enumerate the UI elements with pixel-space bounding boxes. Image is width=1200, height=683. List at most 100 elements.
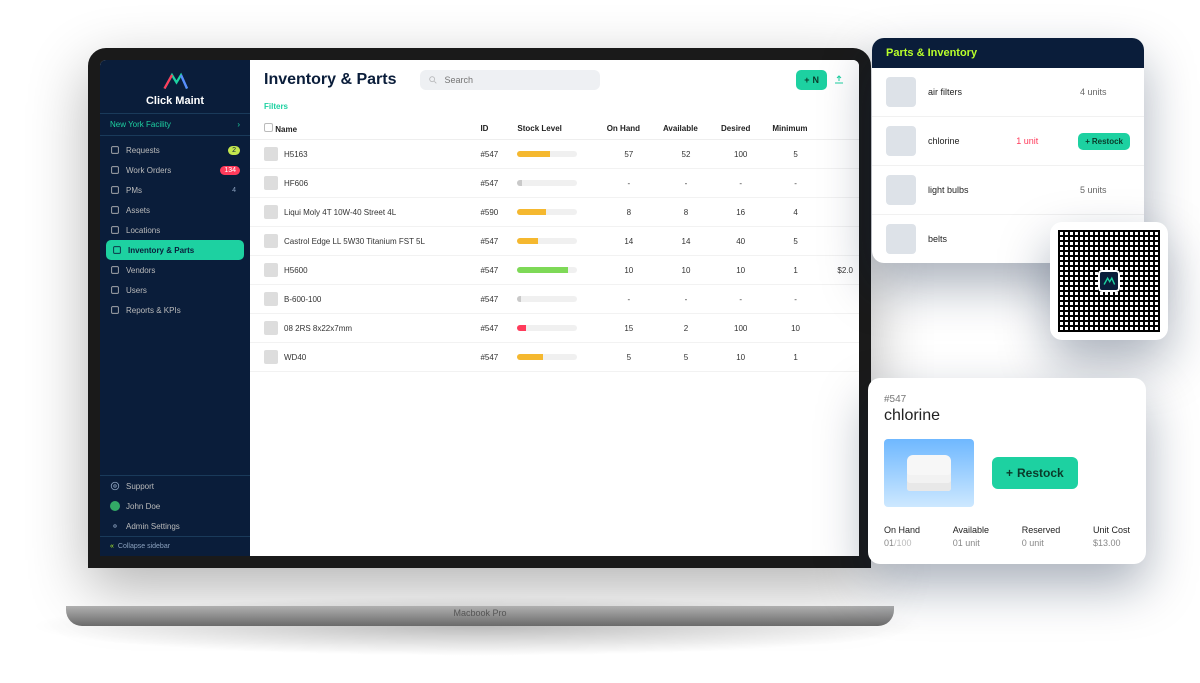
on-hand: - [601,169,657,198]
table-row[interactable]: HF606#547---- [250,169,859,198]
pms-icon [110,185,120,195]
column-header[interactable]: ID [474,118,511,140]
sidebar-item-label: Assets [126,206,150,215]
upload-icon[interactable] [833,74,845,86]
inventory-card-row[interactable]: light bulbs5 units [872,165,1144,214]
minimum: 1 [766,343,824,372]
part-name: 08 2RS 8x22x7mm [284,324,352,333]
minimum: 4 [766,198,824,227]
table-row[interactable]: H5163#54757521005 [250,140,859,169]
table-row[interactable]: WD40#54755101 [250,343,859,372]
inventory-card-row[interactable]: air filters4 units [872,68,1144,116]
column-header[interactable]: Name [250,118,474,140]
on-hand: 10 [601,256,657,285]
laptop-screen: Click Maint New York Facility › Requests… [88,48,871,568]
collapse-label: Collapse sidebar [118,543,170,550]
plus-icon: + [1006,466,1013,480]
table-row[interactable]: Liqui Moly 4T 10W-40 Street 4L#59088164 [250,198,859,227]
select-all-checkbox[interactable] [264,123,273,132]
extra [825,227,859,256]
sidebar-item-inventory[interactable]: Inventory & Parts [106,240,244,260]
facility-selector[interactable]: New York Facility › [100,113,250,136]
stock-level-bar [517,325,577,331]
inventory-table: NameIDStock LevelOn HandAvailableDesired… [250,118,859,372]
part-qty: 5 units [1080,185,1130,195]
sidebar-item-assets[interactable]: Assets [100,200,250,220]
restock-button[interactable]: + Restock [992,457,1078,489]
column-header[interactable]: Minimum [766,118,824,140]
desired: 10 [715,256,766,285]
table-row[interactable]: H5600#5471010101$2.0 [250,256,859,285]
support-label: Support [126,482,154,491]
part-thumb [886,126,916,156]
sidebar-item-label: Users [126,286,147,295]
restock-button-small[interactable]: +Restock [1078,133,1130,150]
sidebar-item-pms[interactable]: PMs4 [100,180,250,200]
column-header[interactable]: Available [657,118,715,140]
part-qty: 1 unit [1016,136,1066,146]
available: 2 [657,314,715,343]
part-detail-name: chlorine [884,407,1130,425]
part-id: #547 [474,227,511,256]
plus-icon: + [1085,137,1090,146]
sidebar-item-support[interactable]: Support [100,476,250,496]
column-header[interactable]: Stock Level [511,118,600,140]
sidebar-item-label: Reports & KPIs [126,306,181,315]
stock-level-bar [517,296,577,302]
desired: 100 [715,140,766,169]
sidebar-item-requests[interactable]: Requests2 [100,140,250,160]
qr-code [1058,230,1160,332]
part-thumb [264,176,278,190]
stat: Reserved0 unit [1022,525,1061,548]
collapse-sidebar[interactable]: « Collapse sidebar [100,536,250,556]
extra [825,140,859,169]
search-input-wrapper[interactable] [420,70,600,90]
inventory-card-row[interactable]: chlorine1 unit+Restock [872,116,1144,165]
stock-level-bar [517,354,577,360]
sidebar-item-vendors[interactable]: Vendors [100,260,250,280]
on-hand: 8 [601,198,657,227]
qr-card[interactable] [1050,222,1168,340]
qr-logo-icon [1102,276,1116,286]
sidebar-item-work-orders[interactable]: Work Orders134 [100,160,250,180]
minimum: 1 [766,256,824,285]
stock-level-bar [517,209,577,215]
desired: 16 [715,198,766,227]
table-row[interactable]: B-600-100#547---- [250,285,859,314]
chevron-left-icon: « [110,543,114,550]
chevron-right-icon: › [237,120,240,129]
part-detail-card: #547 chlorine + Restock On Hand01/100Ava… [868,378,1146,564]
on-hand: 15 [601,314,657,343]
sidebar-nav: Requests2Work Orders134PMs4 Assets Locatio… [100,136,250,475]
search-input[interactable] [444,75,592,85]
extra [825,285,859,314]
minimum: 5 [766,227,824,256]
table-row[interactable]: 08 2RS 8x22x7mm#54715210010 [250,314,859,343]
sidebar-item-label: Work Orders [126,166,171,175]
sidebar-item-user[interactable]: John Doe [100,496,250,516]
laptop-base: Macbook Pro [66,606,894,626]
sidebar: Click Maint New York Facility › Requests… [100,60,250,556]
new-button[interactable]: + N [796,70,827,90]
part-thumb [264,350,278,364]
part-detail-image [884,439,974,507]
desired: - [715,169,766,198]
minimum: 10 [766,314,824,343]
filters-label[interactable]: Filters [264,102,288,111]
main-area: Inventory & Parts + N Filters NameIDStoc [250,60,859,556]
part-name: belts [928,234,1068,244]
column-header[interactable] [825,118,859,140]
users-icon [110,285,120,295]
stock-level-bar [517,180,577,186]
table-row[interactable]: Castrol Edge LL 5W30 Titanium FST 5L#547… [250,227,859,256]
new-button-label: N [813,75,820,85]
column-header[interactable]: On Hand [601,118,657,140]
stock-level-bar [517,238,577,244]
sidebar-item-users[interactable]: Users [100,280,250,300]
column-header[interactable]: Desired [715,118,766,140]
part-name: H5163 [284,150,308,159]
part-id: #547 [474,343,511,372]
sidebar-item-reports[interactable]: Reports & KPIs [100,300,250,320]
sidebar-item-admin[interactable]: Admin Settings [100,516,250,536]
sidebar-item-locations[interactable]: Locations [100,220,250,240]
